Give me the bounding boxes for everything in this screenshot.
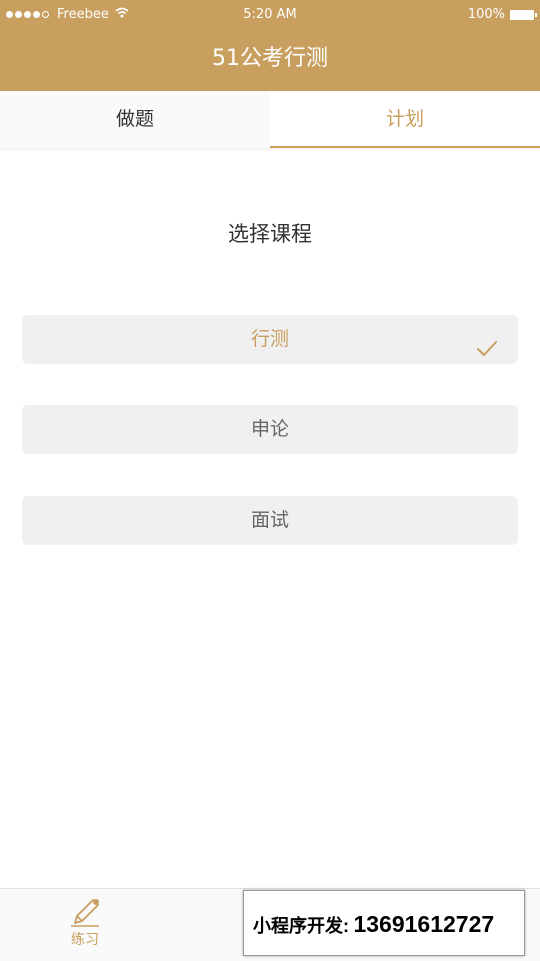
pencil-icon xyxy=(50,895,120,929)
battery-indicator: 100% xyxy=(467,7,537,22)
promo-label: 小程序开发: xyxy=(253,916,349,936)
course-option-xingce[interactable]: 行测 xyxy=(22,315,518,364)
course-option-label: 行测 xyxy=(250,328,289,350)
course-option-label: 面试 xyxy=(250,509,289,531)
tabbar-item-practice[interactable]: 练习 xyxy=(50,895,120,949)
course-option-shenlun[interactable]: 申论 xyxy=(22,405,518,454)
top-tabs: 做题 计划 xyxy=(0,91,540,148)
page-title: 51公考行测 xyxy=(212,46,328,71)
promo-banner: 小程序开发: 13691612727 xyxy=(243,890,525,956)
tab-plan[interactable]: 计划 xyxy=(270,91,540,148)
section-title: 选择课程 xyxy=(228,222,312,246)
checkmark-icon xyxy=(476,329,498,356)
battery-percent: 100% xyxy=(467,7,505,22)
promo-phone: 13691612727 xyxy=(353,911,495,937)
course-option-mianshi[interactable]: 面试 xyxy=(22,496,518,545)
battery-icon xyxy=(510,9,537,20)
status-time: 5:20 AM xyxy=(243,7,297,22)
tab-practice[interactable]: 做题 xyxy=(0,91,270,148)
course-option-label: 申论 xyxy=(250,418,289,440)
tabbar-label: 练习 xyxy=(71,932,99,948)
navigation-bar: 51公考行测 xyxy=(0,30,540,91)
status-bar: Freebee 5:20 AM 100% xyxy=(0,0,540,30)
